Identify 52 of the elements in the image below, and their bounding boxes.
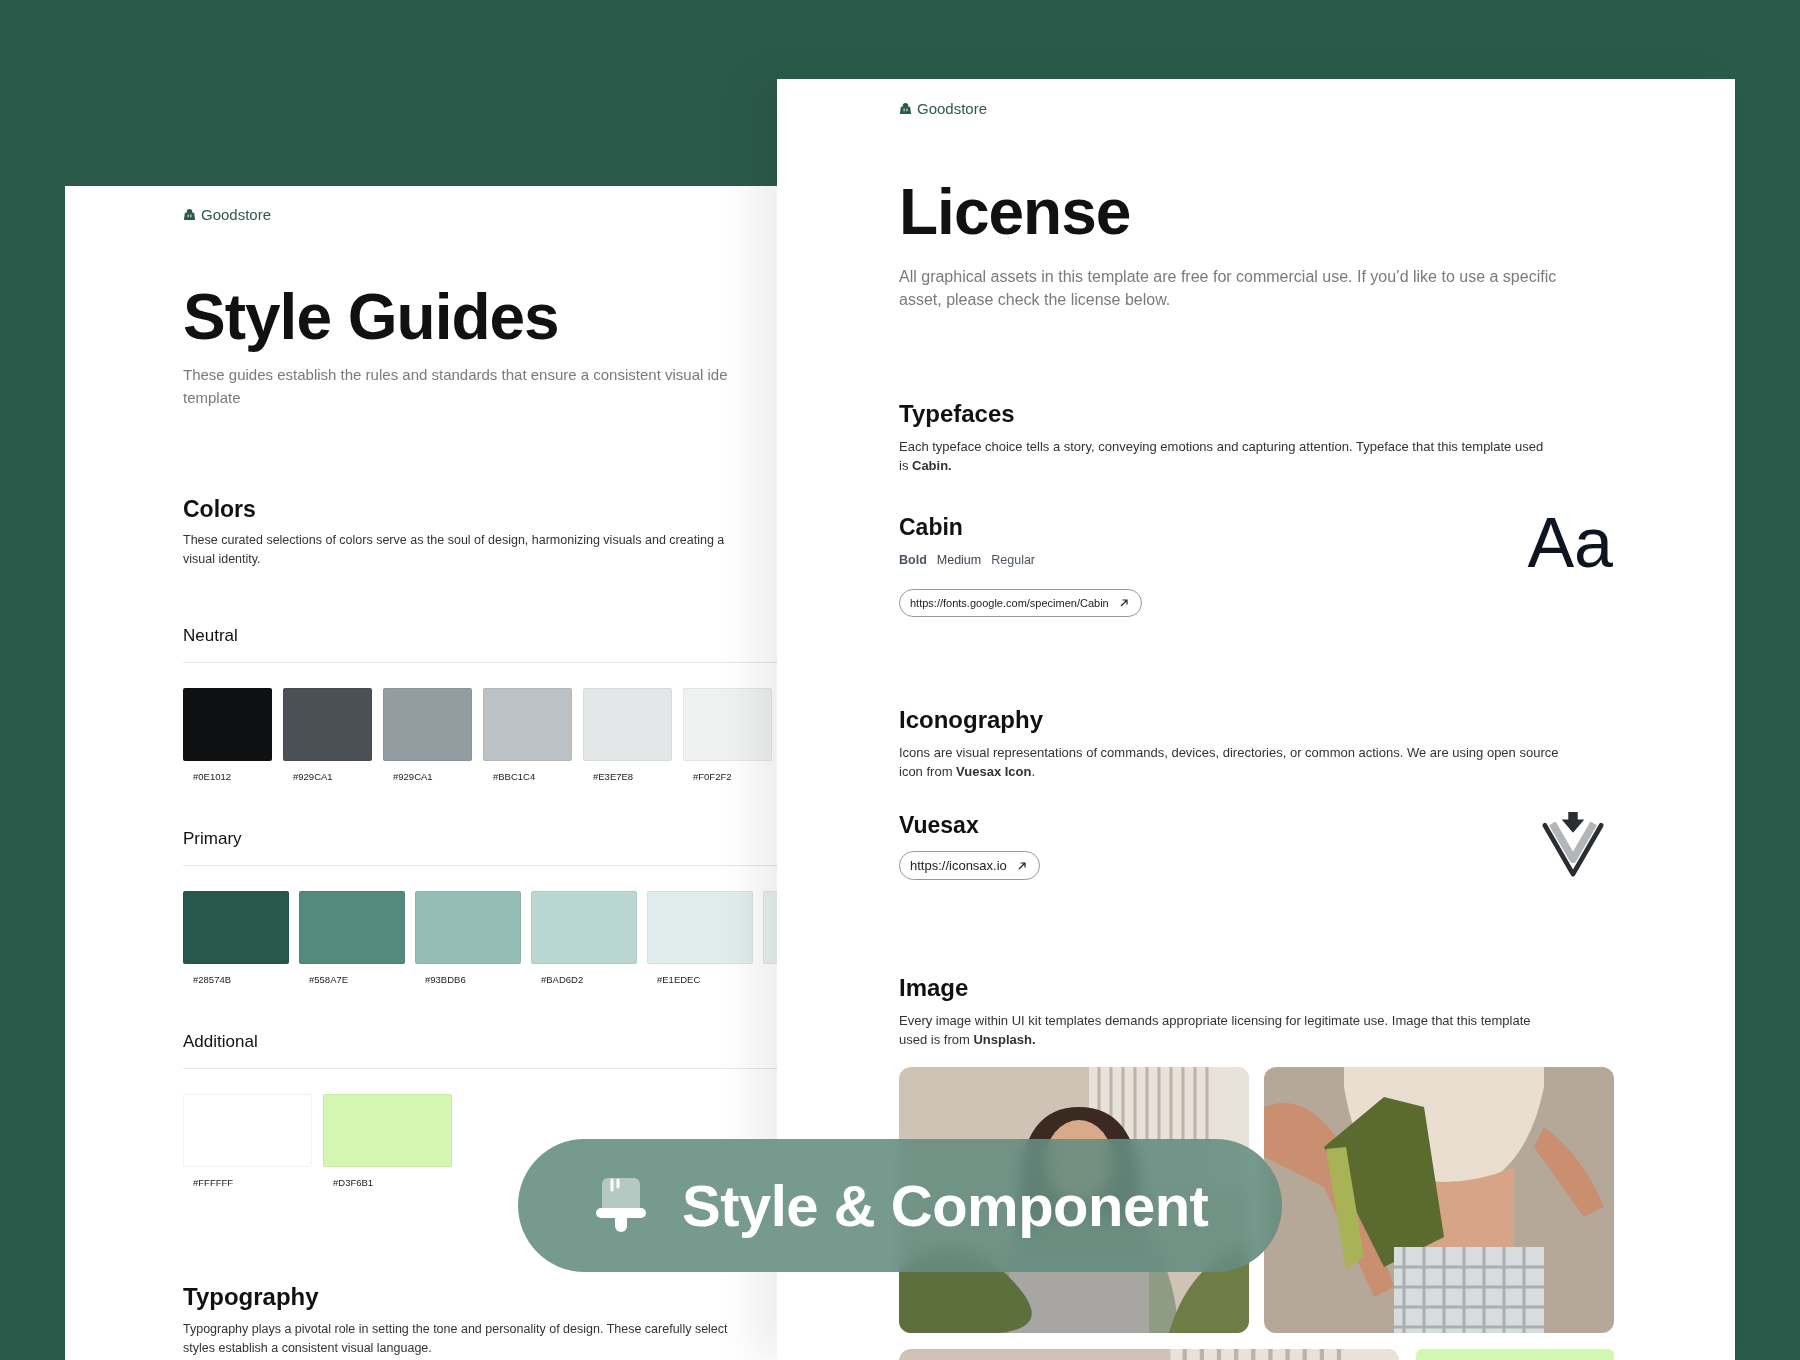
intro-text: These guides establish the rules and standards that ensure a consistent visual ide	[183, 365, 728, 385]
section-description: Typography plays a pivotal role in setting the tone and personality of design. These carefully select	[183, 1321, 728, 1338]
color-code: #E3E7E8	[593, 771, 634, 783]
section-description: Each typeface choice tells a story, conveying emotions and capturing attention. Typeface that this template used	[899, 438, 1544, 456]
color-code: #BAD6D2	[541, 974, 584, 986]
color-code: #93BDB6	[425, 974, 466, 986]
page-title: License	[899, 175, 1132, 250]
section-description: used is from Unsplash.	[899, 1031, 1036, 1049]
color-code: #929CA1	[393, 771, 433, 783]
banner-title: Style & Component	[682, 1172, 1209, 1239]
brand-name: Goodstore	[201, 205, 272, 223]
intro-text: template	[183, 388, 241, 408]
section-description: is Cabin.	[899, 457, 952, 475]
bag-icon	[183, 207, 196, 221]
section-description: visual identity.	[183, 551, 261, 568]
color-code: #558A7E	[309, 974, 349, 986]
external-link-icon	[1118, 598, 1129, 608]
font-weight: Medium	[936, 552, 982, 569]
group-title: Primary	[183, 828, 242, 850]
brand-name: Goodstore	[917, 99, 988, 117]
color-code: #28574B	[193, 974, 232, 986]
section-description: styles establish a consistent visual language.	[183, 1340, 432, 1357]
color-code: #FFFFFF	[193, 1177, 234, 1189]
section-heading: Image	[899, 973, 970, 1003]
resource-name: Vuesax	[899, 811, 979, 839]
chevron-logo-icon	[1541, 811, 1605, 879]
color-code: #929CA1	[293, 771, 333, 783]
section-heading: Colors	[183, 495, 257, 523]
paint-brush-icon	[596, 1177, 646, 1234]
resource-name: Cabin	[899, 513, 963, 541]
intro-text: All graphical assets in this template are free for commercial use. If you’d like to use a specific	[899, 267, 1557, 287]
section-description: Icons are visual representations of commands, devices, directories, or common actions. We are using open source	[899, 744, 1559, 762]
section-description: These curated selections of colors serve as the soul of design, harmonizing visuals and creating a	[183, 532, 725, 549]
page-title: Style Guides	[183, 280, 560, 355]
color-code: #E1EDEC	[657, 974, 701, 986]
section-heading: Typography	[183, 1282, 320, 1312]
group-title: Neutral	[183, 625, 238, 647]
color-code: #BBC1C4	[493, 771, 536, 783]
section-description: Every image within UI kit templates demands appropriate licensing for legitimate use. Image that this template	[899, 1012, 1531, 1030]
section-heading: Typefaces	[899, 399, 1016, 429]
section-heading: Iconography	[899, 705, 1044, 735]
color-code: #D3F6B1	[333, 1177, 374, 1189]
intro-text: asset, please check the license below.	[899, 290, 1171, 310]
color-code: #F0F2F2	[693, 771, 732, 783]
font-weight: Bold	[899, 552, 927, 569]
font-sample: Aa	[1527, 513, 1613, 573]
section-description: icon from Vuesax Icon.	[899, 763, 1036, 781]
font-weight: Regular	[991, 552, 1036, 569]
group-title: Additional	[183, 1031, 258, 1053]
bag-icon	[899, 101, 912, 115]
external-link-icon	[1016, 860, 1027, 871]
color-code: #0E1012	[193, 771, 232, 783]
